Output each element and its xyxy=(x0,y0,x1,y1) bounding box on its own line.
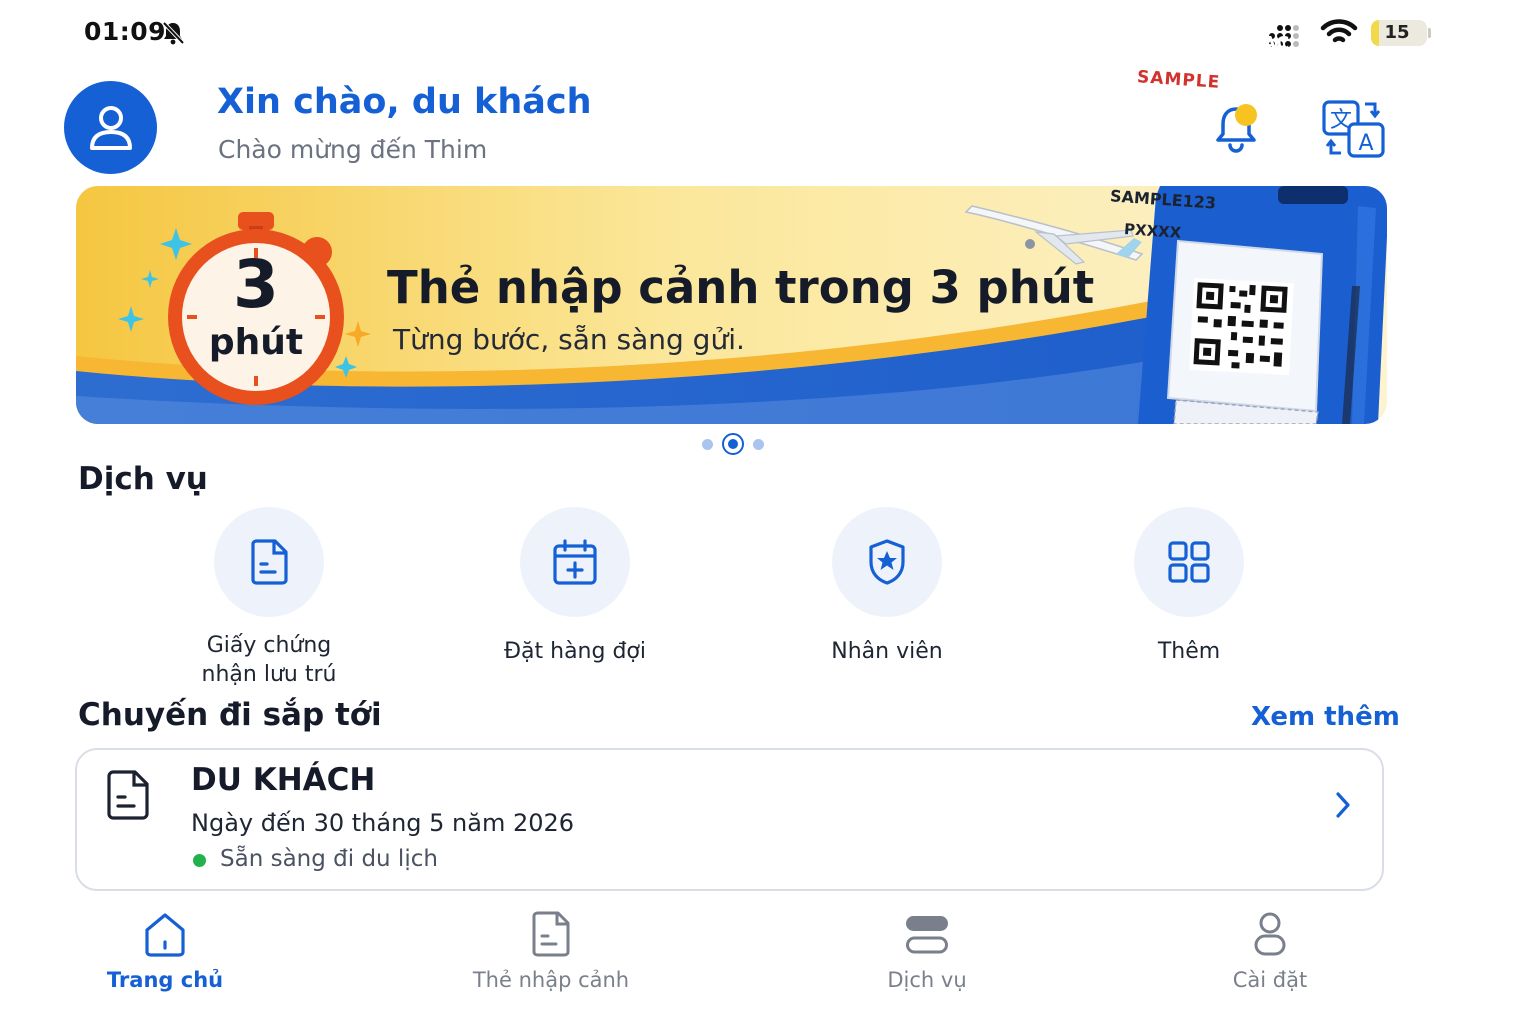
battery-level: 15 xyxy=(1384,22,1410,43)
trip-traveler-name: DU KHÁCH xyxy=(191,762,376,798)
tab-label: Cài đặt xyxy=(1232,968,1308,992)
settings-person-icon xyxy=(1254,912,1286,956)
trip-card[interactable]: DU KHÁCH Ngày đến 30 tháng 5 năm 2026 Sẵ… xyxy=(75,748,1384,891)
service-icon-circle xyxy=(832,507,942,617)
phone-label: TDAC xyxy=(1235,33,1290,54)
police-badge-icon xyxy=(869,539,905,585)
service-label: Giấy chứng nhận lưu trú xyxy=(201,633,337,687)
avatar[interactable] xyxy=(64,81,157,174)
tab-services[interactable]: Dịch vụ xyxy=(807,910,1047,992)
banner-pager[interactable] xyxy=(702,433,764,455)
service-residence-certificate[interactable]: Giấy chứng nhận lưu trú xyxy=(159,507,379,689)
service-icon-circle xyxy=(214,507,324,617)
service-label: Nhân viên xyxy=(831,639,943,664)
grid-icon xyxy=(1168,541,1210,583)
pager-dot[interactable] xyxy=(753,438,764,450)
trip-status: Sẵn sàng đi du lịch xyxy=(220,846,438,872)
services-icon xyxy=(906,916,948,954)
tab-label: Thẻ nhập cảnh xyxy=(472,968,630,992)
service-queue-booking[interactable]: Đặt hàng đợi xyxy=(465,507,685,666)
service-more[interactable]: Thêm xyxy=(1079,507,1299,666)
status-bar: 01:09 15 xyxy=(0,0,1536,64)
greeting-title: Xin chào, du khách xyxy=(217,82,592,122)
battery-indicator: 15 xyxy=(1371,20,1427,46)
tab-entry-card[interactable]: Thẻ nhập cảnh xyxy=(431,910,671,992)
battery-cap xyxy=(1428,28,1431,38)
notification-badge xyxy=(1235,104,1257,126)
timer-unit: phút xyxy=(208,322,304,363)
trip-arrival-date: Ngày đến 30 tháng 5 năm 2026 xyxy=(191,809,575,837)
tab-label: Dịch vụ xyxy=(887,968,967,992)
bell-off-icon xyxy=(162,21,184,45)
welcome-subtitle: Chào mừng đến Thim xyxy=(218,135,488,164)
wifi-icon xyxy=(1320,19,1358,43)
see-more-link[interactable]: Xem thêm xyxy=(1251,702,1400,732)
service-staff[interactable]: Nhân viên xyxy=(777,507,997,666)
pager-dot[interactable] xyxy=(702,438,713,450)
service-icon-circle xyxy=(520,507,630,617)
tab-home[interactable]: Trang chủ xyxy=(45,910,285,992)
tab-settings[interactable]: Cài đặt xyxy=(1150,910,1390,992)
svg-text:A: A xyxy=(1358,131,1373,156)
banner-title: Thẻ nhập cảnh trong 3 phút xyxy=(387,261,1095,314)
tab-label: Trang chủ xyxy=(106,968,224,992)
trips-section-title: Chuyến đi sắp tới xyxy=(78,697,382,733)
services-section-title: Dịch vụ xyxy=(78,461,208,497)
calendar-add-icon xyxy=(553,539,597,585)
document-icon xyxy=(532,911,570,957)
timer-number: 3 xyxy=(233,246,279,323)
service-icon-circle xyxy=(1134,507,1244,617)
status-dot xyxy=(193,854,206,867)
home-icon xyxy=(145,913,185,957)
service-label: Đặt hàng đợi xyxy=(503,639,646,664)
chevron-right-icon[interactable] xyxy=(1333,790,1353,820)
service-label: Thêm xyxy=(1157,639,1221,664)
pager-dot-active[interactable] xyxy=(722,433,744,455)
document-icon xyxy=(251,539,288,585)
card-sample-title: SAMPLE xyxy=(1136,67,1221,93)
phone-brand: THIM xyxy=(1100,14,1152,35)
translate-icon[interactable]: 文 A xyxy=(1321,99,1387,159)
status-time: 01:09 xyxy=(84,17,167,46)
banner-subtitle: Từng bước, sẵn sàng gửi. xyxy=(393,323,745,356)
user-icon xyxy=(89,105,132,150)
promo-banner[interactable]: 3 phút Thẻ nhập cảnh trong 3 phút Từng b… xyxy=(76,186,1387,424)
document-icon xyxy=(107,770,149,820)
